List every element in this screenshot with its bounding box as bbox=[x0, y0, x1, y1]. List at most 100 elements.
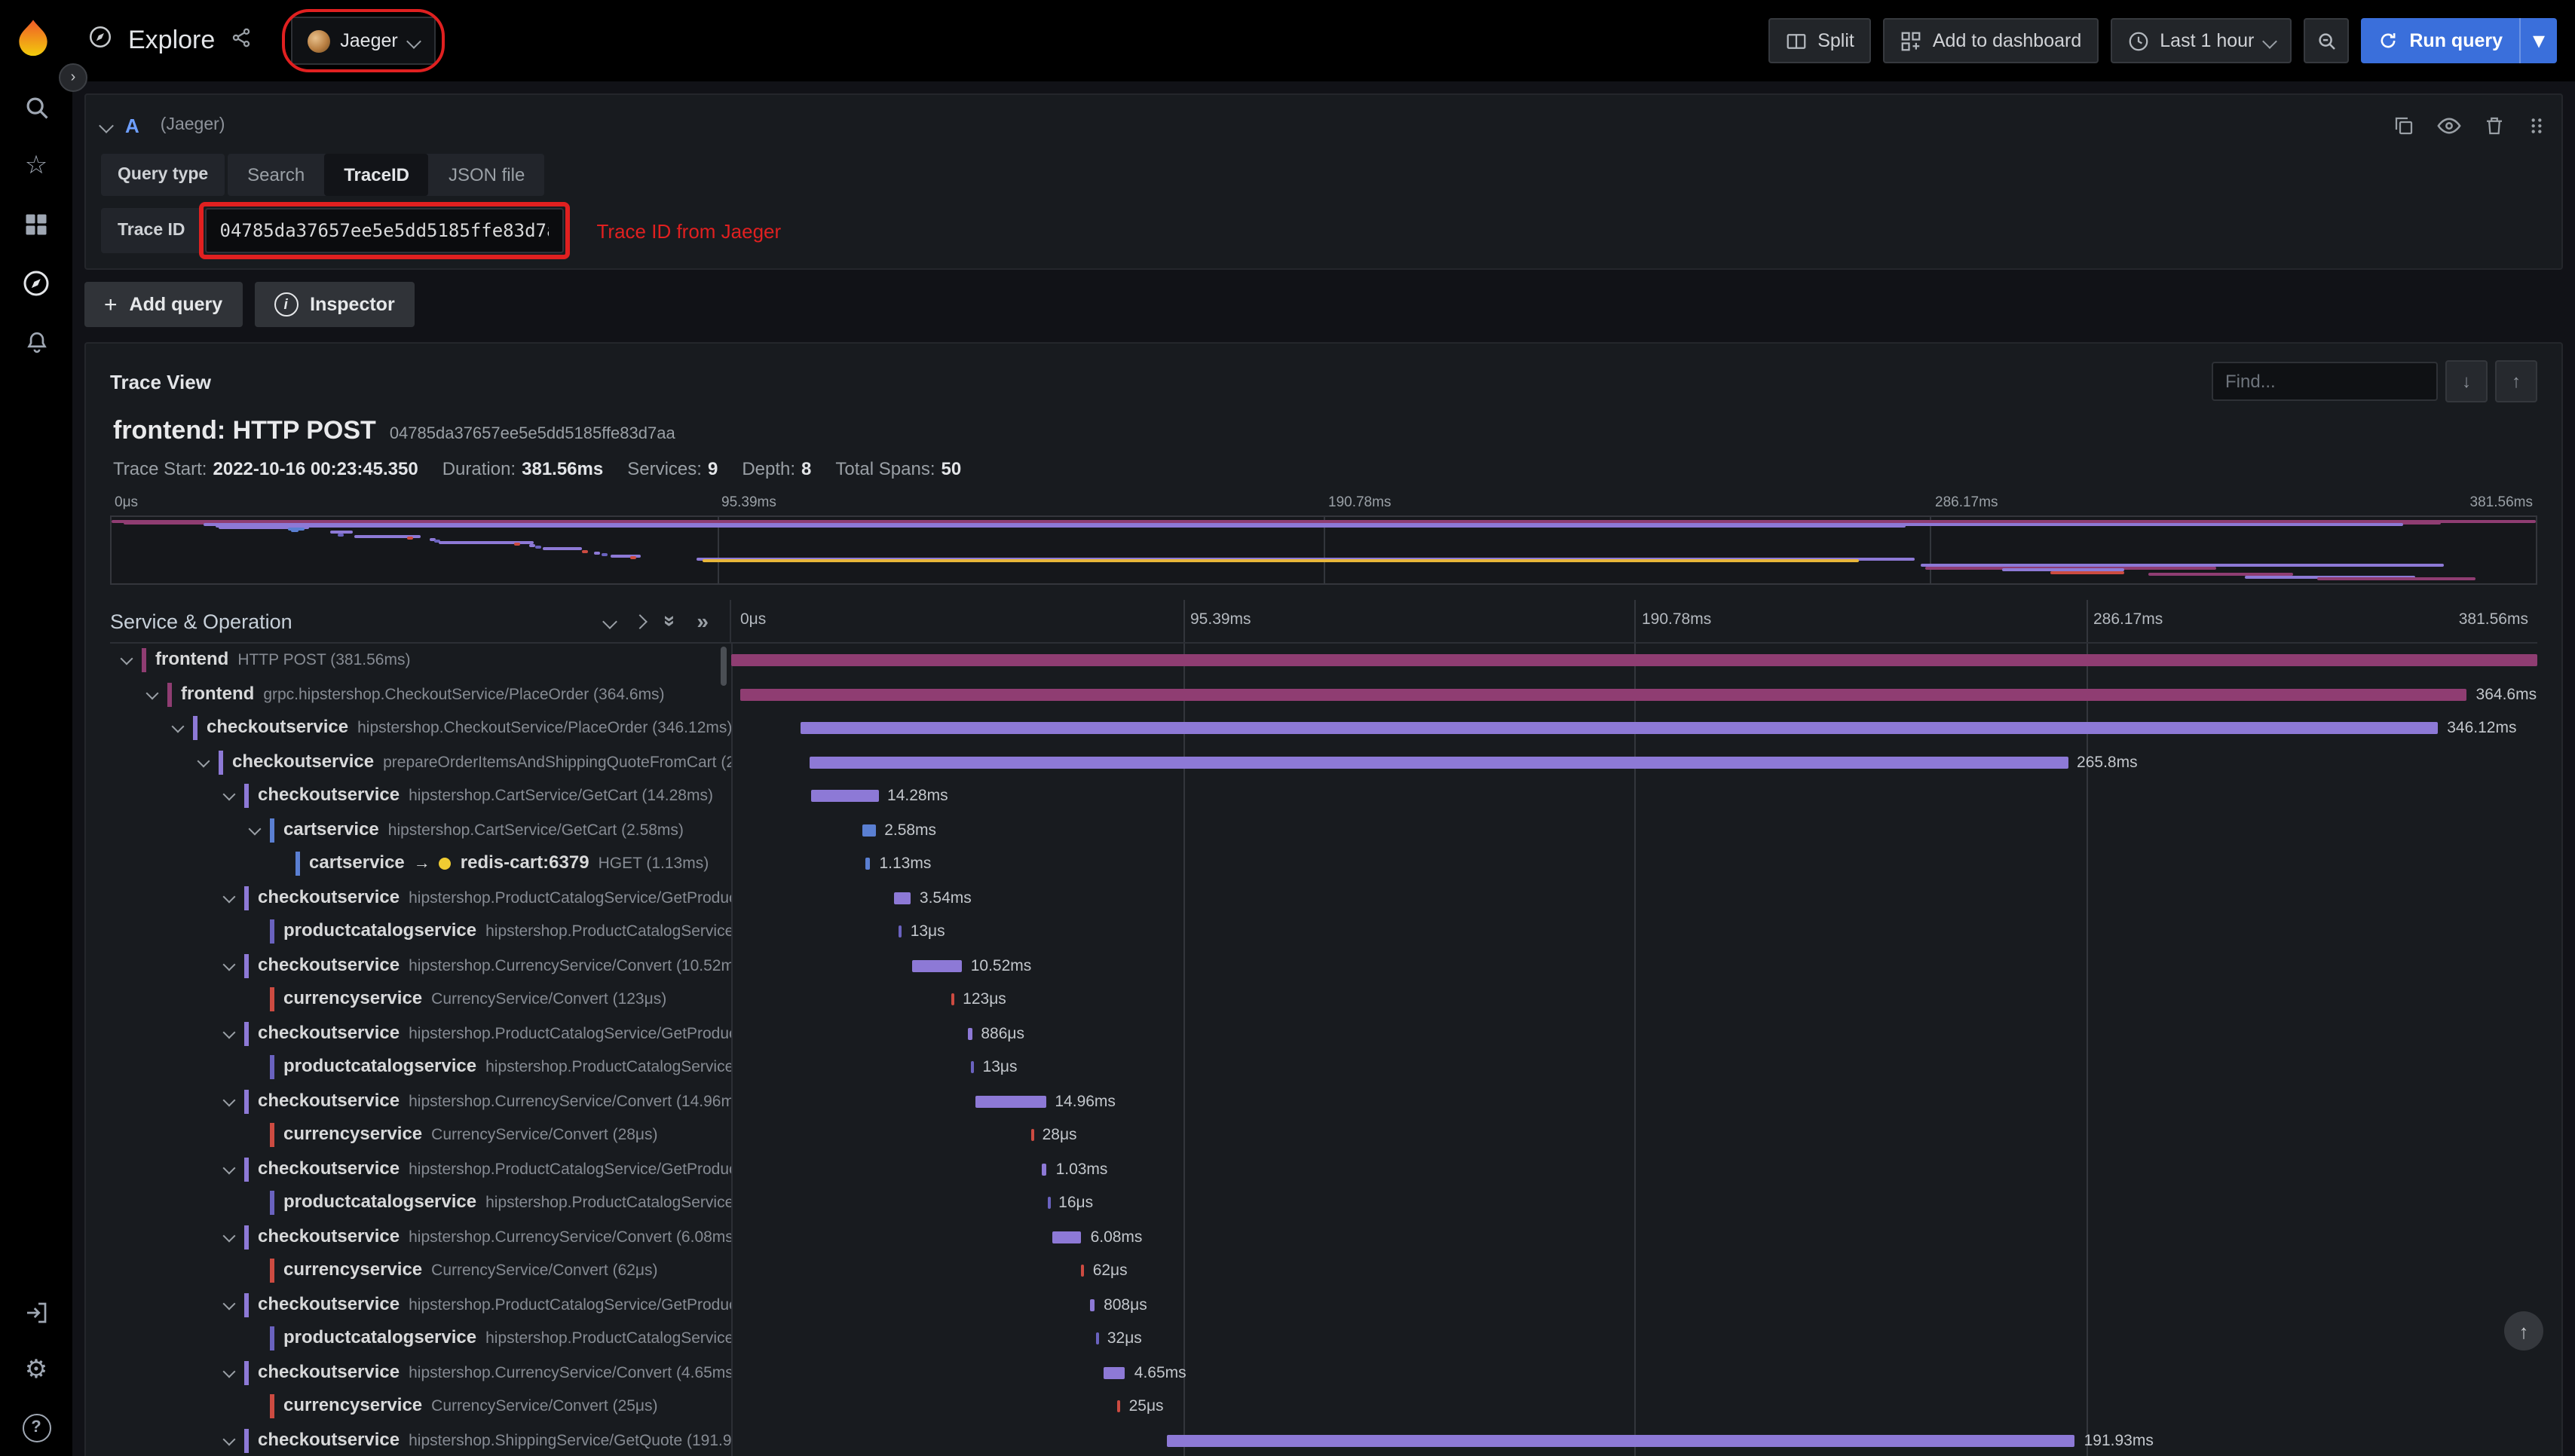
time-range-picker[interactable]: Last 1 hour bbox=[2110, 18, 2292, 63]
remove-query-trash-icon[interactable] bbox=[2483, 114, 2506, 136]
span-toggle-icon[interactable] bbox=[173, 726, 193, 732]
span-row[interactable]: checkoutservice hipstershop.CurrencyServi… bbox=[110, 1220, 2537, 1254]
query-type-traceid[interactable]: TraceID bbox=[324, 154, 429, 196]
span-bar[interactable] bbox=[810, 790, 878, 802]
help-icon[interactable]: ? bbox=[20, 1411, 53, 1444]
span-bar[interactable] bbox=[862, 824, 876, 836]
span-toggle-icon[interactable] bbox=[225, 963, 244, 969]
span-bar[interactable] bbox=[1081, 1265, 1085, 1277]
span-bar[interactable] bbox=[1042, 1163, 1047, 1175]
run-query-button[interactable]: Run query ▾ bbox=[2361, 18, 2557, 63]
span-bar[interactable] bbox=[1030, 1129, 1034, 1141]
span-toggle-icon[interactable] bbox=[225, 1167, 244, 1173]
span-row[interactable]: checkoutservice hipstershop.CurrencyServi… bbox=[110, 949, 2537, 983]
run-query-dropdown[interactable]: ▾ bbox=[2519, 18, 2557, 63]
hide-response-eye-icon[interactable] bbox=[2436, 112, 2462, 138]
span-toggle-icon[interactable] bbox=[225, 1099, 244, 1105]
span-bar[interactable] bbox=[731, 654, 2537, 666]
expand-all-icon[interactable]: » bbox=[697, 610, 709, 632]
span-row[interactable]: checkoutservice hipstershop.ProductCatalo… bbox=[110, 1017, 2537, 1051]
span-bar[interactable] bbox=[951, 993, 955, 1005]
span-bar[interactable] bbox=[865, 858, 871, 870]
find-input[interactable] bbox=[2212, 362, 2438, 401]
span-bar[interactable] bbox=[1095, 1332, 1099, 1344]
span-bar[interactable] bbox=[893, 892, 911, 904]
span-bar[interactable] bbox=[1090, 1298, 1095, 1311]
span-bar[interactable] bbox=[967, 1027, 972, 1039]
query-type-search[interactable]: Search bbox=[228, 154, 324, 196]
inspector-button[interactable]: i Inspector bbox=[254, 282, 415, 327]
span-row[interactable]: checkoutservice hipstershop.ProductCatalo… bbox=[110, 881, 2537, 915]
query-collapse-icon[interactable] bbox=[99, 118, 114, 133]
span-row[interactable]: productcatalogservice hipstershop.Product… bbox=[110, 915, 2537, 949]
span-toggle-icon[interactable] bbox=[199, 760, 219, 766]
span-toggle-icon[interactable] bbox=[122, 658, 142, 664]
span-toggle-icon[interactable] bbox=[225, 1302, 244, 1308]
alerting-bell-icon[interactable] bbox=[20, 326, 53, 359]
share-icon[interactable] bbox=[230, 26, 251, 55]
span-bar[interactable] bbox=[800, 722, 2439, 734]
span-toggle-icon[interactable] bbox=[250, 827, 270, 834]
span-bar[interactable] bbox=[971, 1061, 975, 1073]
trace-minimap[interactable] bbox=[110, 515, 2537, 585]
span-row[interactable]: checkoutservice hipstershop.CurrencyServi… bbox=[110, 1356, 2537, 1390]
scrollbar-thumb[interactable] bbox=[721, 647, 727, 686]
span-row[interactable]: currencyservice CurrencyService/Convert (… bbox=[110, 1390, 2537, 1424]
find-next-button[interactable]: ↓ bbox=[2445, 360, 2488, 402]
span-row[interactable]: checkoutservice hipstershop.ProductCatalo… bbox=[110, 1152, 2537, 1186]
span-row[interactable]: checkoutservice hipstershop.ProductCatalo… bbox=[110, 1288, 2537, 1322]
span-bar[interactable] bbox=[1103, 1366, 1125, 1378]
datasource-picker[interactable]: Jaeger bbox=[290, 17, 436, 65]
span-row[interactable]: frontend HTTP POST (381.56ms) bbox=[110, 644, 2537, 678]
search-icon[interactable] bbox=[20, 90, 53, 124]
span-toggle-icon[interactable] bbox=[225, 895, 244, 901]
time-zoom-out-button[interactable] bbox=[2304, 18, 2350, 63]
span-row[interactable]: checkoutservice hipstershop.ShippingServi… bbox=[110, 1424, 2537, 1456]
trace-id-input[interactable] bbox=[204, 208, 564, 253]
add-to-dashboard-button[interactable]: Add to dashboard bbox=[1882, 18, 2099, 63]
span-toggle-icon[interactable] bbox=[148, 692, 167, 698]
span-row[interactable]: productcatalogservice hipstershop.Product… bbox=[110, 1051, 2537, 1084]
sidebar-expand-button[interactable]: › bbox=[59, 63, 87, 92]
span-toggle-icon[interactable] bbox=[225, 1234, 244, 1240]
span-bar[interactable] bbox=[1117, 1400, 1121, 1412]
span-toggle-icon[interactable] bbox=[225, 1031, 244, 1037]
span-row[interactable]: currencyservice CurrencyService/Convert (… bbox=[110, 1118, 2537, 1152]
span-bar[interactable] bbox=[1166, 1434, 2075, 1446]
span-toggle-icon[interactable] bbox=[225, 1438, 244, 1444]
span-toggle-icon[interactable] bbox=[225, 794, 244, 800]
span-bar[interactable] bbox=[1047, 1197, 1051, 1209]
split-button[interactable]: Split bbox=[1768, 18, 1871, 63]
add-query-button[interactable]: + Add query bbox=[84, 282, 243, 327]
span-bar[interactable] bbox=[899, 925, 902, 938]
collapse-one-icon[interactable] bbox=[602, 613, 618, 629]
span-row[interactable]: frontend grpc.hipstershop.CheckoutService… bbox=[110, 678, 2537, 711]
span-row[interactable]: productcatalogservice hipstershop.Product… bbox=[110, 1186, 2537, 1220]
span-row[interactable]: currencyservice CurrencyService/Convert (… bbox=[110, 1254, 2537, 1288]
span-row[interactable]: checkoutservice hipstershop.CheckoutServi… bbox=[110, 711, 2537, 745]
span-bar[interactable] bbox=[975, 1095, 1046, 1107]
drag-handle-icon[interactable] bbox=[2527, 115, 2546, 135]
span-bar[interactable] bbox=[911, 959, 962, 971]
span-bar[interactable] bbox=[1052, 1231, 1082, 1243]
span-row[interactable]: cartservice hipstershop.CartService/GetCa… bbox=[110, 813, 2537, 847]
copy-query-icon[interactable] bbox=[2393, 114, 2415, 136]
query-type-jsonfile[interactable]: JSON file bbox=[429, 154, 544, 196]
span-row[interactable]: checkoutservice hipstershop.CurrencyServi… bbox=[110, 1084, 2537, 1118]
starred-icon[interactable]: ☆ bbox=[20, 149, 53, 182]
settings-gear-icon[interactable]: ⚙ bbox=[20, 1354, 53, 1387]
span-row[interactable]: productcatalogservice hipstershop.Product… bbox=[110, 1322, 2537, 1356]
span-row[interactable]: checkoutservice hipstershop.CartService/G… bbox=[110, 779, 2537, 813]
explore-icon[interactable] bbox=[20, 267, 53, 300]
span-bar[interactable] bbox=[809, 756, 2068, 768]
span-bar[interactable] bbox=[739, 688, 2467, 700]
span-row[interactable]: currencyservice CurrencyService/Convert (… bbox=[110, 983, 2537, 1017]
expand-one-icon[interactable] bbox=[632, 613, 648, 629]
find-prev-button[interactable]: ↑ bbox=[2495, 360, 2537, 402]
span-toggle-icon[interactable] bbox=[225, 1370, 244, 1376]
collapse-all-icon[interactable]: » bbox=[660, 615, 684, 627]
scroll-to-top-button[interactable]: ↑ bbox=[2504, 1311, 2543, 1350]
grafana-logo-icon[interactable] bbox=[12, 18, 54, 60]
sign-in-icon[interactable] bbox=[20, 1296, 53, 1329]
span-row[interactable]: checkoutservice prepareOrderItemsAndShipp… bbox=[110, 745, 2537, 779]
